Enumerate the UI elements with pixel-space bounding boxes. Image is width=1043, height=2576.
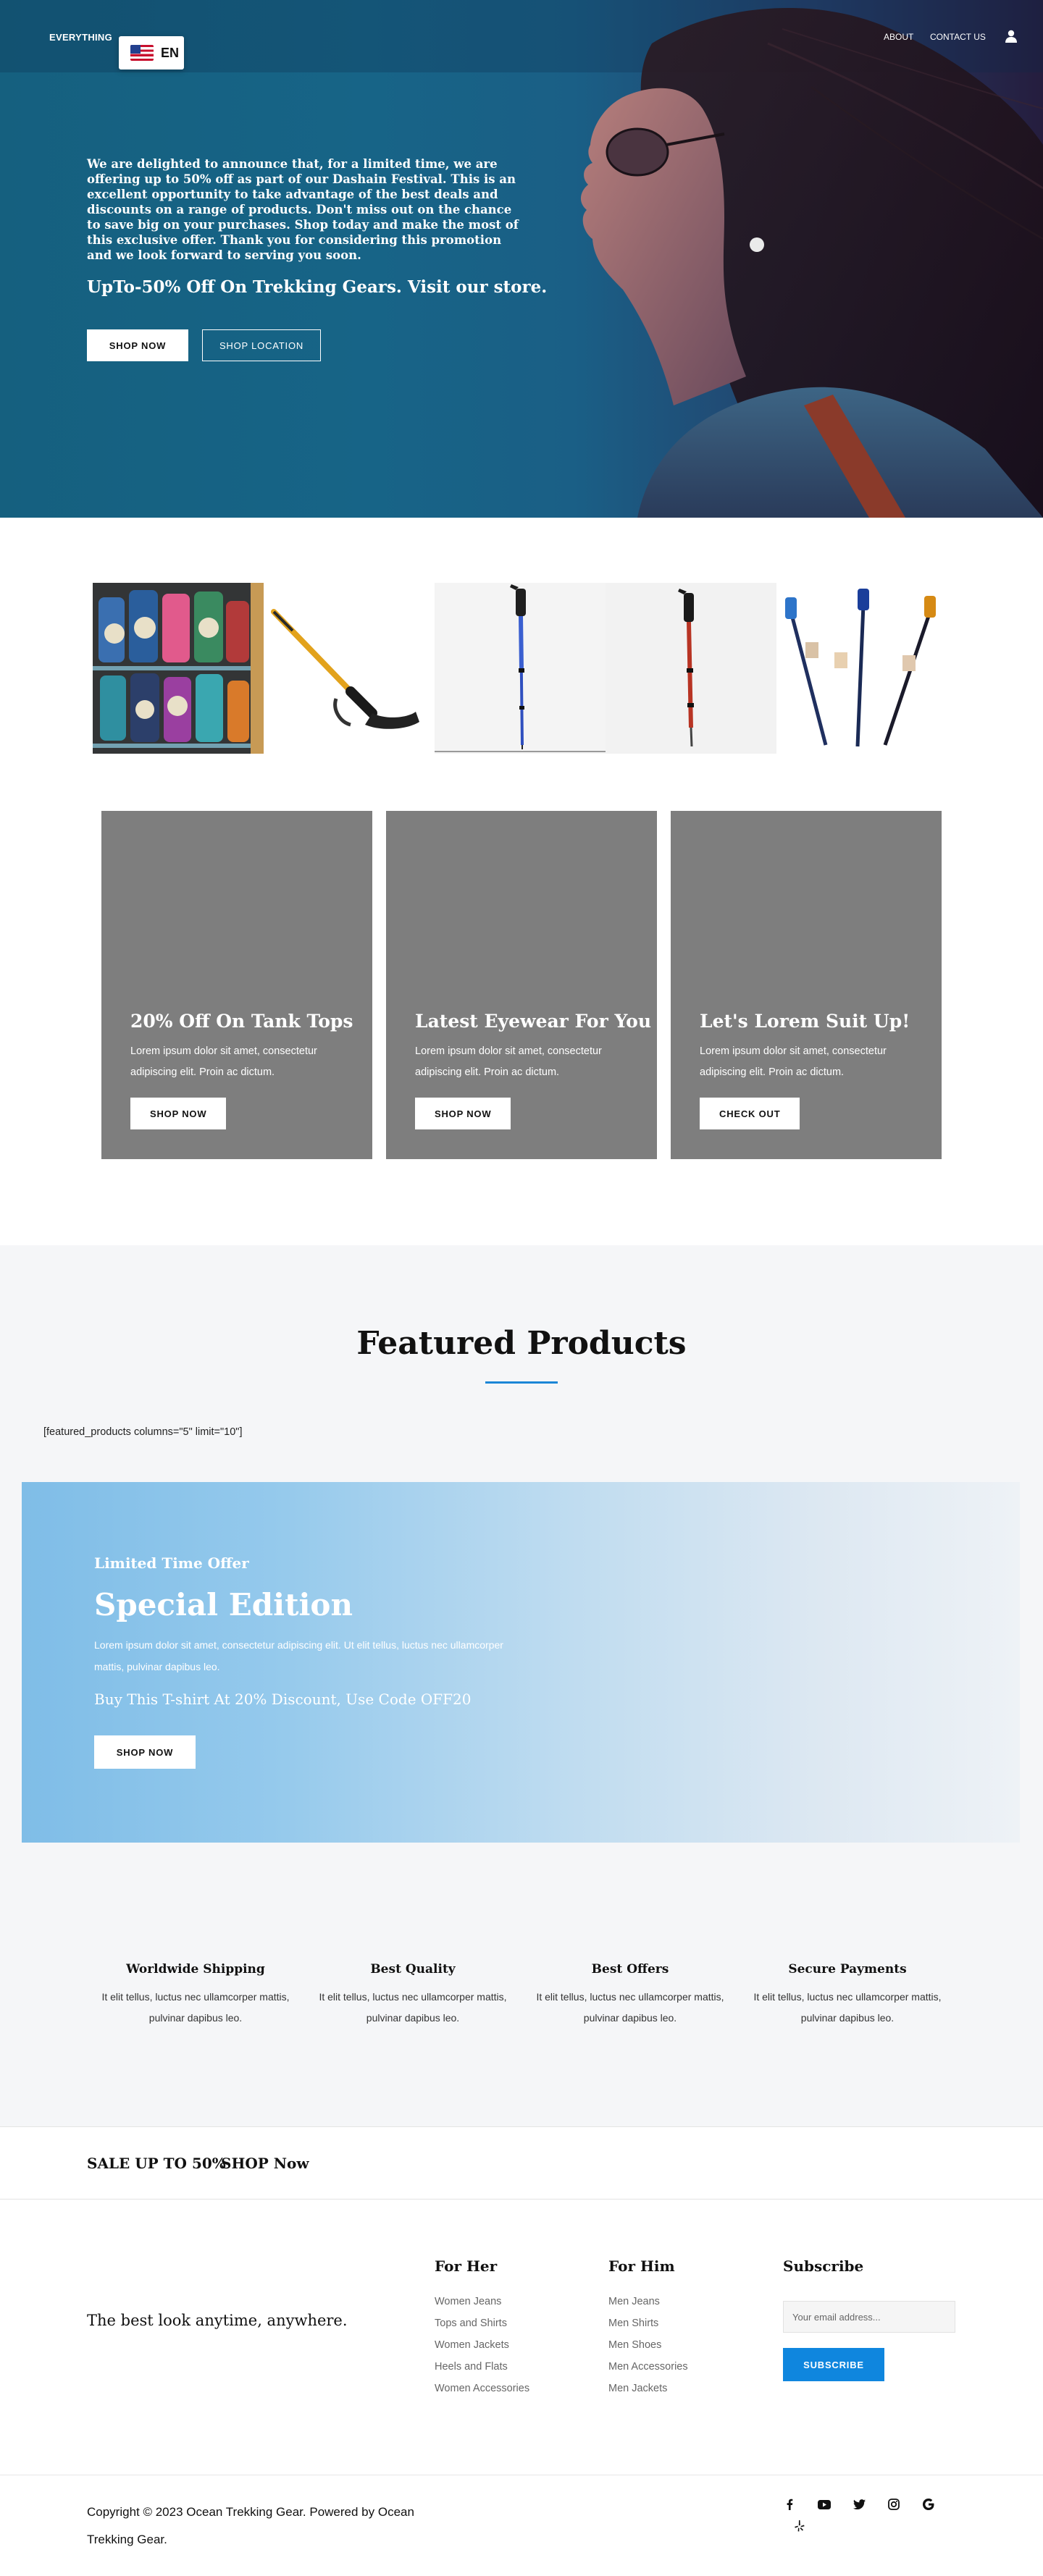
featured-section: Featured Products [featured_products col… <box>0 1245 1043 2126</box>
banner-kicker: Limited Time Offer <box>94 1554 249 1572</box>
feature-title: Worldwide Shipping <box>126 1962 265 1977</box>
footer-subscribe: Subscribe <box>783 2257 863 2291</box>
banner-description: Lorem ipsum dolor sit amet, consectetur … <box>94 1639 503 1672</box>
footer-for-her: For Her Women Jeans Tops and Shirts Wome… <box>435 2257 529 2399</box>
promo-card-title: 20% Off On Tank Tops <box>130 1011 353 1032</box>
footer-tagline: The best look anytime, anywhere. <box>87 2312 348 2329</box>
product-image-strip <box>93 583 947 754</box>
yelp-icon[interactable] <box>792 2519 807 2533</box>
hero-woman-image <box>580 8 1043 518</box>
banner-title: Special Edition <box>94 1587 353 1622</box>
promo-card-text: Lorem ipsum dolor sit amet, consectetur … <box>415 1045 602 1078</box>
promo-card-text: Lorem ipsum dolor sit amet, consectetur … <box>130 1045 317 1078</box>
hero-shop-location-button[interactable]: SHOP LOCATION <box>202 329 321 361</box>
footer-for-him: For Him Men Jeans Men Shirts Men Shoes M… <box>608 2257 688 2399</box>
hero-announcement: We are delighted to announce that, for a… <box>87 157 519 262</box>
promo-card-title: Latest Eyewear For You <box>415 1011 652 1032</box>
product-image-blue-pole[interactable] <box>435 583 606 754</box>
twitter-icon[interactable] <box>852 2497 866 2512</box>
user-icon[interactable] <box>1004 29 1018 43</box>
promo-card-suit-up: Let's Lorem Suit Up! Lorem ipsum dolor s… <box>671 811 942 1159</box>
sale-bar: SALE UP TO 50% SHOP Now <box>0 2126 1043 2200</box>
feature-best-offers: Best Offers It elit tellus, luctus nec u… <box>522 1962 739 2029</box>
footer-link-women-accessories[interactable]: Women Accessories <box>435 2378 529 2399</box>
promo-card-eyewear: Latest Eyewear For You Lorem ipsum dolor… <box>386 811 657 1159</box>
footer-column-title: Subscribe <box>783 2257 864 2275</box>
promo-card-title: Let's Lorem Suit Up! <box>700 1011 910 1032</box>
footer-link-men-jackets[interactable]: Men Jackets <box>608 2378 688 2399</box>
us-flag-icon <box>130 45 154 61</box>
feature-worldwide-shipping: Worldwide Shipping It elit tellus, luctu… <box>87 1962 304 2029</box>
hero-shop-now-button[interactable]: SHOP NOW <box>87 329 188 361</box>
brand-logo[interactable]: EVERYTHING <box>49 32 112 43</box>
facebook-icon[interactable] <box>782 2497 797 2512</box>
special-edition-banner: Limited Time Offer Special Edition Lorem… <box>22 1482 1020 1843</box>
hero-section: EVERYTHING EN ABOUT CONTACT US We are de… <box>0 0 1043 518</box>
copyright-text: Copyright © 2023 Ocean Trekking Gear. Po… <box>87 2505 414 2546</box>
feature-text: It elit tellus, luctus nec ullamcorper m… <box>753 1991 942 2024</box>
footer-link-tops-and-shirts[interactable]: Tops and Shirts <box>435 2312 529 2334</box>
nav-contact-link[interactable]: CONTACT US <box>930 32 986 42</box>
promo-shop-now-button[interactable]: SHOP NOW <box>415 1098 511 1129</box>
subscribe-button[interactable]: SUBSCRIBE <box>783 2348 884 2381</box>
instagram-icon[interactable] <box>887 2497 901 2512</box>
product-image-orange-pole[interactable] <box>264 583 435 754</box>
banner-shop-now-button[interactable]: SHOP NOW <box>94 1735 196 1769</box>
promo-card-tank-tops: 20% Off On Tank Tops Lorem ipsum dolor s… <box>101 811 372 1159</box>
footer-link-women-jeans[interactable]: Women Jeans <box>435 2291 529 2312</box>
feature-text: It elit tellus, luctus nec ullamcorper m… <box>101 1991 290 2024</box>
feature-text: It elit tellus, luctus nec ullamcorper m… <box>319 1991 507 2024</box>
feature-text: It elit tellus, luctus nec ullamcorper m… <box>536 1991 724 2024</box>
language-code: EN <box>161 45 180 60</box>
banner-discount-code: Buy This T-shirt At 20% Discount, Use Co… <box>94 1691 472 1708</box>
feature-secure-payments: Secure Payments It elit tellus, luctus n… <box>739 1962 956 2029</box>
footer-link-men-shirts[interactable]: Men Shirts <box>608 2312 688 2334</box>
feature-best-quality: Best Quality It elit tellus, luctus nec … <box>304 1962 522 2029</box>
feature-title: Secure Payments <box>788 1962 907 1977</box>
featured-products-heading: Featured Products <box>356 1325 687 1362</box>
footer-link-women-jackets[interactable]: Women Jackets <box>435 2334 529 2356</box>
feature-title: Best Quality <box>370 1962 456 1977</box>
nav-about-link[interactable]: ABOUT <box>884 32 913 42</box>
promo-check-out-button[interactable]: CHECK OUT <box>700 1098 800 1129</box>
footer-column-title: For Him <box>608 2257 675 2275</box>
heading-divider <box>485 1381 558 1384</box>
featured-products-shortcode: [featured_products columns="5" limit="10… <box>43 1426 243 1438</box>
footer-bottom-bar: Copyright © 2023 Ocean Trekking Gear. Po… <box>0 2475 1043 2576</box>
language-switcher[interactable]: EN <box>119 36 184 70</box>
footer-link-men-shoes[interactable]: Men Shoes <box>608 2334 688 2356</box>
promo-card-text: Lorem ipsum dolor sit amet, consectetur … <box>700 1045 887 1078</box>
promo-shop-now-button[interactable]: SHOP NOW <box>130 1098 227 1129</box>
feature-title: Best Offers <box>591 1962 669 1977</box>
footer-link-men-jeans[interactable]: Men Jeans <box>608 2291 688 2312</box>
sale-shop-now-link[interactable]: SHOP Now <box>221 2155 309 2172</box>
email-input[interactable] <box>783 2301 955 2333</box>
product-image-water-bottles[interactable] <box>93 583 264 754</box>
google-icon[interactable] <box>921 2497 936 2512</box>
product-image-pole-set[interactable] <box>776 583 947 754</box>
hero-offer-heading: UpTo-50% Off On Trekking Gears. Visit ou… <box>87 277 548 297</box>
footer-link-heels-and-flats[interactable]: Heels and Flats <box>435 2356 529 2378</box>
youtube-icon[interactable] <box>817 2497 832 2512</box>
footer-link-men-accessories[interactable]: Men Accessories <box>608 2356 688 2378</box>
sale-label: SALE UP TO 50% <box>87 2155 226 2172</box>
footer-column-title: For Her <box>435 2257 498 2275</box>
product-image-red-pole[interactable] <box>606 583 776 754</box>
